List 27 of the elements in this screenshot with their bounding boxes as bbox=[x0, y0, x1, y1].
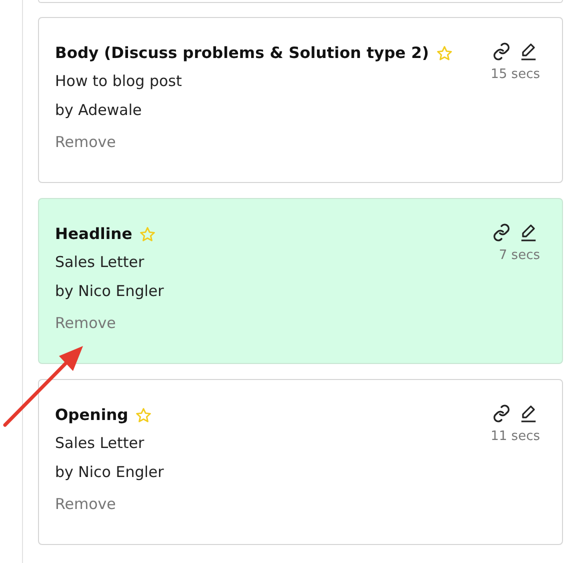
star-icon[interactable] bbox=[436, 44, 453, 62]
edit-icon[interactable] bbox=[519, 42, 538, 61]
star-icon[interactable] bbox=[135, 406, 152, 424]
link-icon[interactable] bbox=[492, 223, 511, 242]
template-card[interactable]: Headline Sales Letter by Nico Engler Remove 7 secs bbox=[38, 198, 563, 364]
remove-link[interactable]: Remove bbox=[55, 125, 116, 160]
template-name: Sales Letter bbox=[55, 252, 146, 273]
author-text: by Nico Engler bbox=[55, 462, 164, 483]
remove-link[interactable]: Remove bbox=[55, 306, 116, 341]
duration-text: 7 secs bbox=[498, 247, 540, 265]
template-name: Sales Letter bbox=[55, 433, 146, 454]
duration-text: 11 secs bbox=[490, 428, 540, 446]
author-text: by Adewale bbox=[55, 100, 143, 121]
edit-icon[interactable] bbox=[519, 404, 538, 423]
template-card[interactable]: Body (Discuss problems & Solution type 2) How to blog post by Adewale Remove 15 secs bbox=[38, 17, 563, 183]
template-card[interactable]: Opening Sales Letter by Nico Engler Remove 11 secs bbox=[38, 379, 563, 545]
card-title: Body (Discuss problems & Solution type 2) bbox=[55, 43, 429, 64]
duration-text: 15 secs bbox=[490, 66, 540, 84]
link-icon[interactable] bbox=[492, 42, 511, 61]
template-name: How to blog post bbox=[55, 71, 183, 92]
link-icon[interactable] bbox=[492, 404, 511, 423]
edit-icon[interactable] bbox=[519, 223, 538, 242]
remove-link[interactable]: Remove bbox=[55, 487, 116, 522]
card-title: Opening bbox=[55, 405, 128, 426]
star-icon[interactable] bbox=[139, 226, 156, 242]
card-title: Headline bbox=[55, 224, 132, 245]
author-text: by Nico Engler bbox=[55, 281, 164, 302]
